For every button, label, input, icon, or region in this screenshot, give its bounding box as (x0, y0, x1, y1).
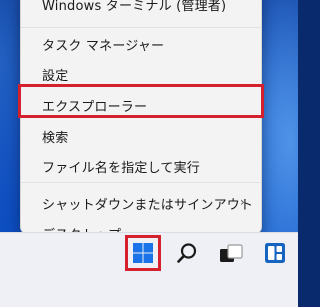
menu-item-label: 検索 (42, 130, 69, 146)
menu-item-shutdown-signout[interactable]: シャットダウンまたはサインアウト › (21, 188, 261, 218)
start-highlight-box (125, 235, 161, 271)
task-view-icon (220, 244, 243, 262)
menu-separator (21, 27, 261, 28)
task-view-button[interactable] (218, 242, 244, 266)
menu-item-task-manager[interactable]: タスク マネージャー (21, 29, 261, 59)
menu-item-label: 設定 (42, 68, 69, 84)
menu-item-run[interactable]: ファイル名を指定して実行 (21, 151, 261, 181)
search-button[interactable] (175, 241, 199, 265)
widgets-button[interactable] (263, 241, 287, 265)
menu-item-label: シャットダウンまたはサインアウト (42, 197, 254, 213)
menu-item-label: Windows ターミナル (管理者) (42, 0, 227, 14)
explorer-highlight-box (18, 84, 264, 118)
menu-separator (21, 182, 261, 183)
search-icon (177, 243, 197, 263)
menu-item-label: ファイル名を指定して実行 (42, 160, 201, 176)
menu-item-search[interactable]: 検索 (21, 121, 261, 151)
chevron-right-icon: › (240, 195, 245, 209)
menu-item-label: タスク マネージャー (42, 38, 165, 54)
widgets-icon (265, 243, 285, 263)
menu-item-terminal-admin[interactable]: Windows ターミナル (管理者) (21, 0, 261, 19)
